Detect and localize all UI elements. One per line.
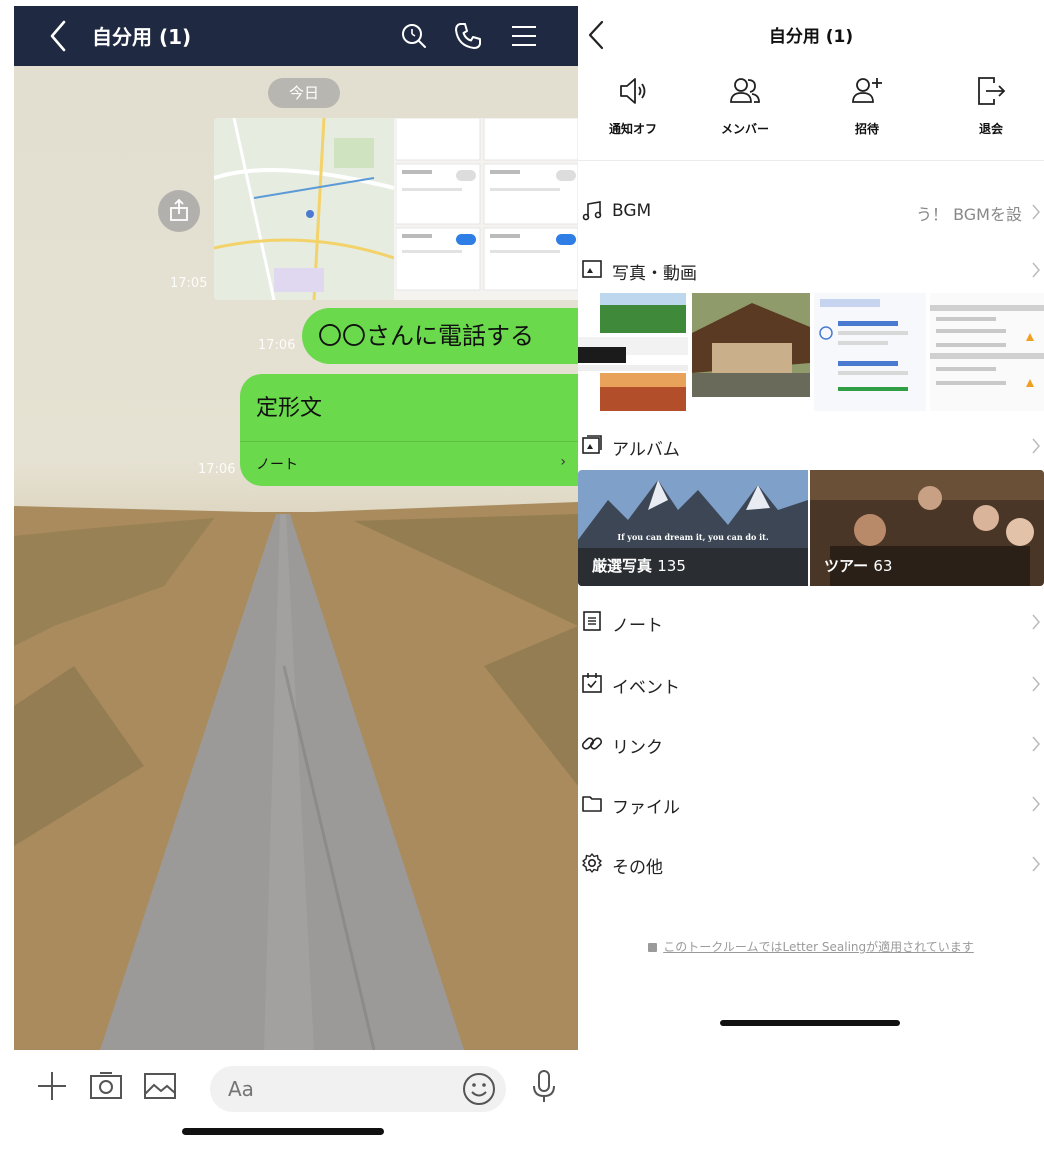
note-title: 定形文: [256, 396, 323, 421]
bgm-value: う！ BGMを設: [916, 205, 1022, 224]
chat-settings-screen: 自分用 (1) 通知オフ メンバー 招待 退会 BGM う！ BGMを設 写真・…: [578, 6, 1044, 1046]
members-icon: [730, 78, 760, 103]
divider: [578, 160, 1044, 161]
menu-row-other[interactable]: その他: [578, 844, 1044, 884]
album-label: ツアー 63: [824, 557, 893, 575]
chat-screen: 自分用 (1) 今日 17:05 17:06 〇〇さんに電話する 17:06 定…: [14, 6, 578, 1154]
calendar-check-icon: [582, 673, 602, 693]
photo-thumbnail[interactable]: [814, 293, 926, 411]
divider: [240, 441, 578, 442]
album-card[interactable]: If you can dream it, you can do it. 厳選写真…: [578, 470, 808, 586]
date-badge: 今日: [268, 78, 340, 108]
menu-row-file[interactable]: ファイル: [578, 784, 1044, 824]
settings-title: 自分用 (1): [768, 27, 854, 47]
timestamp: 17:06: [258, 338, 296, 353]
speaker-icon: [620, 78, 646, 104]
gear-icon: [582, 853, 602, 873]
album-thumbnails: If you can dream it, you can do it. 厳選写真…: [578, 470, 1044, 586]
note-icon: [583, 611, 601, 631]
photo-thumbnails: [578, 293, 1044, 411]
menu-row-event[interactable]: イベント: [578, 664, 1044, 704]
menu-row-album[interactable]: アルバム: [578, 426, 1044, 466]
message-bubble-call[interactable]: 〇〇さんに電話する: [302, 308, 578, 364]
message-bubble-note[interactable]: 定形文 ノート ›: [240, 374, 578, 486]
camera-icon[interactable]: [86, 1066, 126, 1106]
menu-row-note[interactable]: ノート: [578, 602, 1044, 642]
photo-thumbnail[interactable]: [692, 293, 810, 411]
map-screenshot-image[interactable]: [214, 118, 578, 300]
album-icon: [582, 435, 602, 454]
phone-icon[interactable]: [452, 20, 484, 52]
chevron-right-icon: ›: [560, 454, 566, 470]
music-note-icon: [582, 201, 602, 221]
leave-button[interactable]: 退会: [946, 74, 1036, 137]
folder-icon: [582, 796, 602, 812]
lock-icon: [648, 943, 658, 952]
menu-row-photos[interactable]: 写真・動画: [578, 250, 1044, 290]
timestamp: 17:05: [170, 276, 208, 291]
menu-icon[interactable]: [508, 20, 540, 52]
map-area: [214, 118, 395, 300]
home-indicator: [182, 1128, 384, 1135]
chevron-right-icon: [1032, 204, 1040, 220]
members-button[interactable]: メンバー: [700, 74, 790, 137]
menu-row-bgm[interactable]: BGM う！ BGMを設: [578, 192, 1044, 232]
image-icon[interactable]: [140, 1066, 180, 1106]
menu-row-link[interactable]: リンク: [578, 724, 1044, 764]
timestamp: 17:06: [198, 462, 236, 477]
photo-thumbnail[interactable]: [578, 293, 688, 411]
album-card[interactable]: ツアー 63: [810, 470, 1044, 586]
add-user-icon: [852, 78, 882, 103]
invite-button[interactable]: 招待: [822, 74, 912, 137]
plus-icon[interactable]: [32, 1066, 72, 1106]
settings-cards: [396, 118, 578, 291]
home-indicator: [720, 1020, 900, 1026]
screenshot-root: 自分用 (1) 今日 17:05 17:06 〇〇さんに電話する 17:06 定…: [0, 0, 1044, 1154]
chat-header: 自分用 (1): [14, 6, 578, 66]
chevron-right-icon: [1032, 676, 1040, 692]
letter-sealing-notice[interactable]: このトークルームではLetter Sealingが適用されています: [578, 938, 1044, 955]
back-icon[interactable]: [44, 18, 74, 54]
chat-background: 今日 17:05 17:06 〇〇さんに電話する 17:06 定形文 ノート ›: [14, 66, 578, 1050]
chevron-right-icon: [1032, 796, 1040, 812]
notification-off-button[interactable]: 通知オフ: [588, 74, 678, 137]
share-button[interactable]: [158, 190, 200, 232]
album-label: 厳選写真 135: [592, 557, 686, 575]
search-icon[interactable]: [398, 20, 430, 52]
microphone-icon[interactable]: [524, 1066, 564, 1106]
chevron-right-icon: [1032, 856, 1040, 872]
input-bar: [14, 1050, 578, 1154]
chevron-right-icon: [1032, 736, 1040, 752]
note-footer-label: ノート: [256, 457, 298, 473]
chevron-right-icon: [1032, 614, 1040, 630]
leave-icon: [978, 77, 1006, 105]
album-quote: If you can dream it, you can do it.: [617, 532, 769, 542]
chevron-right-icon: [1032, 438, 1040, 454]
link-icon: [581, 737, 603, 750]
chat-title: 自分用 (1): [92, 25, 192, 49]
photo-thumbnail[interactable]: [930, 293, 1044, 411]
emoji-icon[interactable]: [460, 1070, 498, 1108]
chevron-right-icon: [1032, 262, 1040, 278]
photo-icon: [582, 260, 602, 278]
